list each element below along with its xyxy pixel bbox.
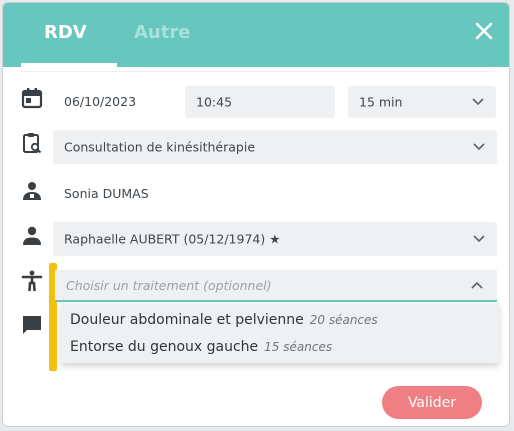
consultation-type-value: Consultation de kinésithérapie <box>64 139 256 155</box>
chevron-down-icon <box>473 143 485 151</box>
treatment-placeholder: Choisir un traitement (optionnel) <box>66 278 272 293</box>
practitioner-icon <box>23 182 41 200</box>
comment-icon <box>23 316 41 334</box>
close-icon[interactable] <box>473 20 495 42</box>
treatment-option-label: Douleur abdominale et pelvienne <box>70 312 304 328</box>
appointment-dialog: RDV Autre 06/10/2023 10:45 15 min Consul… <box>2 2 510 427</box>
treatment-option-label: Entorse du genoux gauche <box>70 339 259 355</box>
treatment-select[interactable]: Choisir un traitement (optionnel) <box>55 270 497 302</box>
tab-rdv[interactable]: RDV <box>44 22 87 43</box>
duration-select[interactable]: 15 min <box>348 86 496 118</box>
practitioner-name: Sonia DUMAS <box>64 186 149 201</box>
dialog-header: RDV Autre <box>3 3 509 67</box>
clipboard-search-icon <box>23 133 42 154</box>
treatment-dropdown: Douleur abdominale et pelvienne 20 séance… <box>61 303 499 363</box>
person-icon <box>23 226 41 245</box>
treatment-option-sessions: 15 séances <box>264 340 333 354</box>
chevron-down-icon <box>472 98 484 106</box>
date-field[interactable]: 06/10/2023 <box>64 94 136 109</box>
consultation-type-select[interactable]: Consultation de kinésithérapie <box>53 130 497 164</box>
active-tab-indicator <box>21 63 117 67</box>
time-value: 10:45 <box>196 94 233 110</box>
chevron-down-icon <box>473 235 485 243</box>
tab-autre[interactable]: Autre <box>134 22 190 43</box>
treatment-option[interactable]: Entorse du genoux gauche 15 séances <box>70 339 332 355</box>
chevron-up-icon <box>471 281 483 289</box>
divider <box>21 71 495 72</box>
duration-value: 15 min <box>359 94 403 110</box>
calendar-icon <box>21 88 43 109</box>
time-field[interactable]: 10:45 <box>185 86 335 118</box>
treatment-option[interactable]: Douleur abdominale et pelvienne 20 séance… <box>70 312 378 328</box>
accessibility-icon <box>21 270 43 292</box>
validate-button[interactable]: Valider <box>382 386 482 419</box>
patient-select[interactable]: Raphaelle AUBERT (05/12/1974) ★ <box>53 222 497 256</box>
treatment-option-sessions: 20 séances <box>309 313 378 327</box>
patient-value: Raphaelle AUBERT (05/12/1974) ★ <box>64 231 281 247</box>
